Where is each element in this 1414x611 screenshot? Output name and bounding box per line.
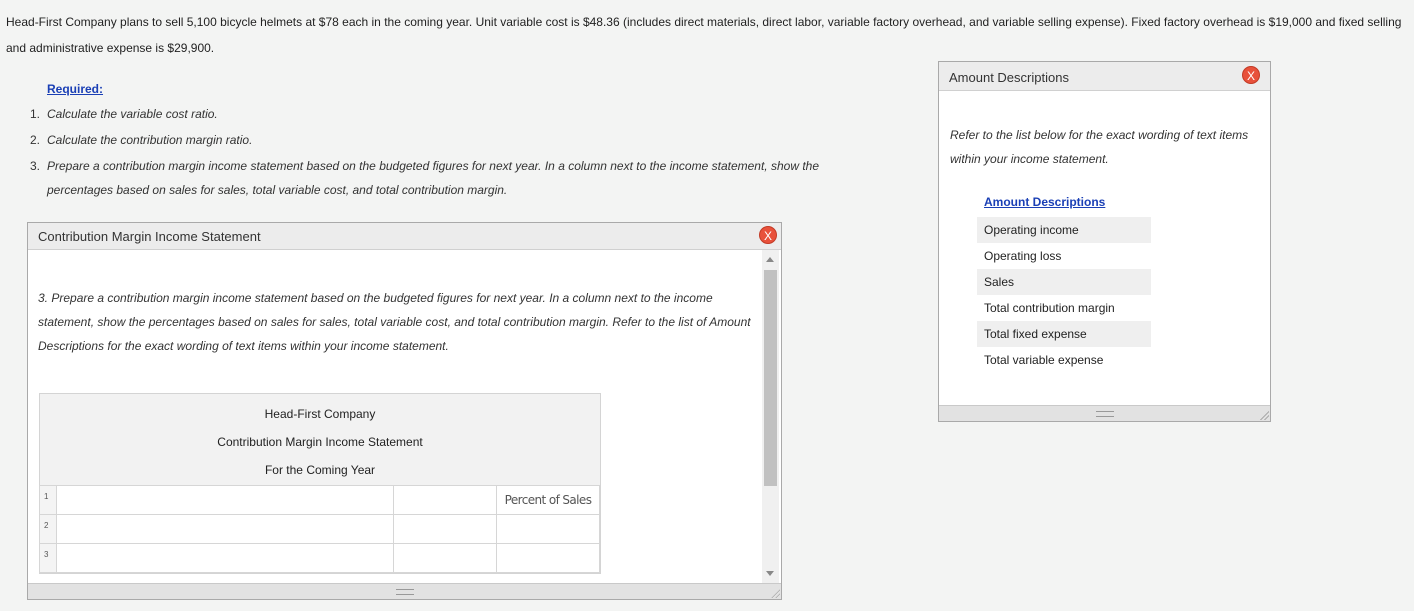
resize-handle-icon[interactable] [770,588,780,598]
percent-cell[interactable] [496,514,600,544]
scroll-thumb[interactable] [764,270,777,486]
item-number: 3. [30,159,41,173]
close-button[interactable]: X [1242,66,1260,84]
problem-statement: Head-First Company plans to sell 5,100 b… [6,15,1402,55]
contribution-margin-panel[interactable]: Contribution Margin Income Statement X 3… [27,222,782,600]
table-row: 3 [39,543,600,573]
vertical-scrollbar[interactable] [762,250,779,583]
panel-header[interactable]: Amount Descriptions X [939,62,1270,91]
row-number: 3 [39,543,57,573]
description-cell[interactable] [56,543,394,573]
description-cell[interactable] [56,514,394,544]
resize-handle-icon[interactable] [1259,410,1269,420]
statement-grid: 1 Percent of Sales 2 3 [39,485,600,573]
instructions-text: 3. Prepare a contribution margin income … [38,291,751,353]
item-text: Calculate the variable cost ratio. [47,107,218,121]
scroll-down-arrow-icon[interactable] [766,571,774,576]
percent-cell[interactable] [496,543,600,573]
amount-cell[interactable] [393,485,497,515]
statement-name: Contribution Margin Income Statement [217,435,423,449]
panel-footer [28,583,781,599]
list-item: Operating loss [984,249,1062,263]
amount-cell[interactable] [393,514,497,544]
amount-descriptions-panel[interactable]: Amount Descriptions X Refer to the list … [938,61,1271,422]
amount-descriptions-list: Operating income Operating loss Sales To… [977,217,1151,373]
drag-grip-icon[interactable] [1095,411,1114,417]
table-row: 2 [39,514,600,544]
description-cell[interactable] [56,485,394,515]
instructions-text: Refer to the list below for the exact wo… [950,128,1249,166]
required-item: 3. Prepare a contribution margin income s… [30,154,830,202]
income-statement-sheet: Head-First Company Contribution Margin I… [39,393,601,574]
close-button[interactable]: X [759,226,777,244]
table-row: 1 Percent of Sales [39,485,600,515]
list-item: Operating income [977,217,1151,243]
row-number: 1 [39,485,57,515]
scroll-up-arrow-icon[interactable] [766,257,774,262]
statement-period: For the Coming Year [264,463,376,477]
company-name: Head-First Company [264,407,376,421]
panel-body: 3. Prepare a contribution margin income … [28,250,763,583]
panel-title: Contribution Margin Income Statement [38,229,261,244]
item-text: Prepare a contribution margin income sta… [47,159,819,197]
required-list: 1. Calculate the variable cost ratio. 2. C… [30,102,830,204]
item-number: 1. [30,107,41,121]
amount-descriptions-link[interactable]: Amount Descriptions [984,195,1105,209]
required-link[interactable]: Required: [47,82,103,96]
panel-footer [939,405,1270,421]
required-item: 1. Calculate the variable cost ratio. [30,102,830,126]
list-item: Sales [977,269,1151,295]
row-number: 2 [39,514,57,544]
sheet-header: Head-First Company Contribution Margin I… [40,394,600,485]
list-item: Total contribution margin [984,301,1115,315]
panel-header[interactable]: Contribution Margin Income Statement X [28,223,781,250]
panel-title: Amount Descriptions [949,70,1069,85]
item-number: 2. [30,133,41,147]
item-text: Calculate the contribution margin ratio. [47,133,253,147]
list-item: Total variable expense [984,353,1104,367]
percent-cell[interactable]: Percent of Sales [496,485,600,515]
drag-grip-icon[interactable] [395,589,414,595]
amount-cell[interactable] [393,543,497,573]
list-item: Total fixed expense [977,321,1151,347]
required-item: 2. Calculate the contribution margin rati… [30,128,830,152]
